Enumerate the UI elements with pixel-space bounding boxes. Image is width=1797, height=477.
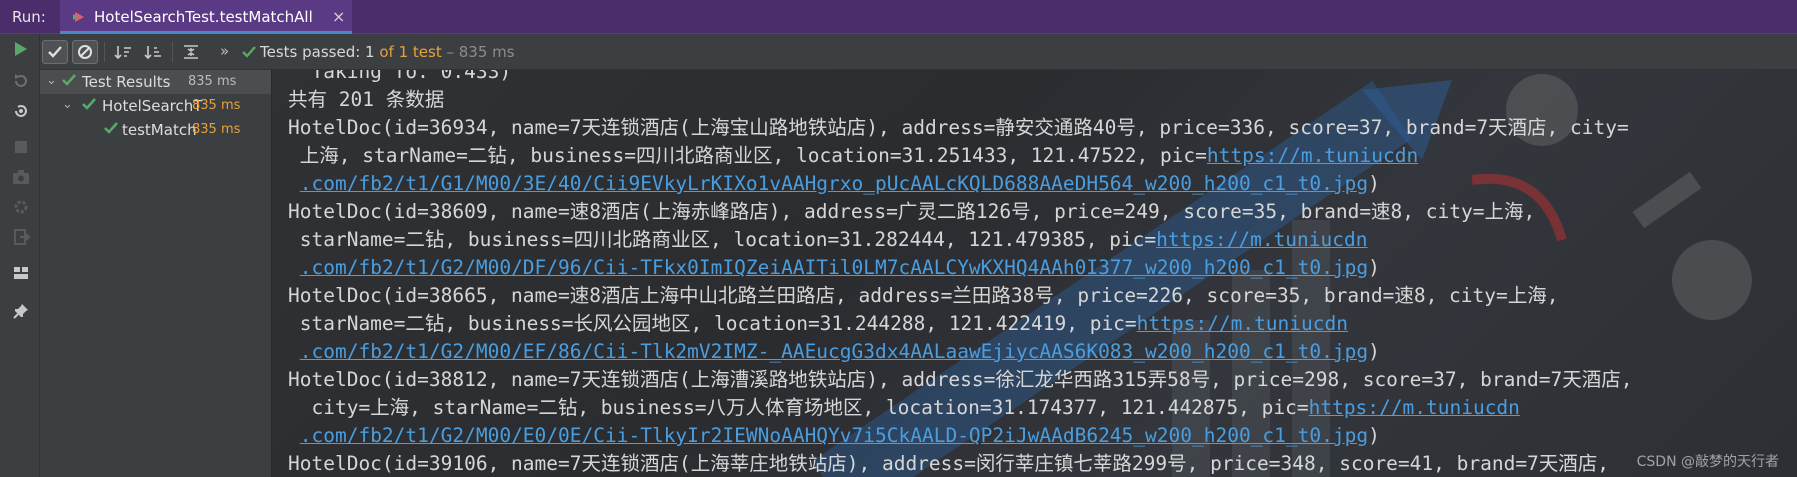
layout-icon[interactable] [10, 262, 32, 284]
close-icon[interactable]: × [332, 7, 345, 26]
collapse-icon [184, 45, 198, 59]
record-line: HotelDoc(id=38812, name=7天连锁酒店(上海漕溪路地铁站店… [288, 368, 1633, 391]
pic-link[interactable]: https://m.tuniucdn [1207, 144, 1418, 167]
record-line: starName=二钻, business=长风公园地区, location=3… [288, 312, 1137, 335]
cancel-icon [78, 45, 92, 59]
pin-icon[interactable] [10, 300, 32, 322]
check-icon [48, 46, 62, 58]
passed-check-icon [62, 74, 76, 86]
pic-link[interactable]: https://m.tuniucdn [1156, 228, 1367, 251]
tree-item-test-results[interactable]: ⌄ Test Results 835 ms [40, 70, 271, 94]
tree-item-label: HotelSearchT [102, 97, 203, 115]
console-line-count: 共有 201 条数据 [288, 88, 445, 111]
status-of: of 1 test [374, 43, 442, 61]
tree-item-time: 835 ms [192, 98, 241, 113]
run-icon[interactable] [10, 38, 32, 60]
pic-link[interactable]: .com/fb2/t1/G1/M00/3E/40/Cii9EVkyLrKIXo1… [300, 172, 1368, 195]
tree-item-testmatchall[interactable]: testMatch 835 ms [40, 118, 271, 142]
camera-icon[interactable] [10, 166, 32, 188]
record-line: city=上海, starName=二钻, business=八万人体育场地区,… [288, 396, 1309, 419]
tree-item-time: 835 ms [188, 74, 237, 89]
record-line: HotelDoc(id=39106, name=7天连锁酒店(上海莘庄地铁站店)… [288, 452, 1610, 475]
tree-item-label: Test Results [82, 73, 171, 91]
tree-item-hotelsearchtest[interactable]: ⌄ HotelSearchT 835 ms [40, 94, 271, 118]
chevron-down-icon[interactable]: ⌄ [62, 97, 73, 112]
settings-icon[interactable] [10, 196, 32, 218]
show-passed-toggle[interactable] [42, 40, 68, 64]
rerun-failed-icon[interactable] [10, 70, 32, 92]
record-line: 上海, starName=二钻, business=四川北路商业区, locat… [288, 144, 1207, 167]
console-line-truncated: Taking To. 0.433) [288, 70, 512, 83]
tree-item-label: testMatch [122, 121, 197, 139]
test-status: Tests passed: 1 of 1 test – 835 ms [260, 43, 515, 61]
passed-check-icon [242, 46, 256, 58]
passed-check-icon [82, 98, 96, 110]
left-toolbar [0, 34, 40, 477]
tree-item-time: 835 ms [192, 122, 241, 137]
run-tool-window-header: Run: HotelSearchTest.testMatchAll × [0, 0, 1797, 34]
chevron-down-icon[interactable]: ⌄ [46, 73, 57, 88]
watermark: CSDN @敲梦的天行者 [1636, 454, 1779, 470]
pic-link[interactable]: https://m.tuniucdn [1137, 312, 1348, 335]
exit-icon[interactable] [10, 226, 32, 248]
sort-by-duration-button[interactable] [140, 40, 166, 64]
passed-check-icon [104, 122, 118, 134]
pic-link[interactable]: https://m.tuniucdn [1309, 396, 1520, 419]
test-run-icon [73, 12, 84, 22]
pic-link[interactable]: .com/fb2/t1/G2/M00/EF/86/Cii-Tlk2mV2IMZ-… [300, 340, 1368, 363]
pic-link[interactable]: .com/fb2/t1/G2/M00/E0/0E/Cii-TlkyIr2IEWN… [300, 424, 1368, 447]
pic-link[interactable]: .com/fb2/t1/G2/M00/DF/96/Cii-TFkx0ImIQZe… [300, 256, 1368, 279]
record-line: HotelDoc(id=38665, name=速8酒店上海中山北路兰田路店, … [288, 284, 1559, 307]
record-line: HotelDoc(id=36934, name=7天连锁酒店(上海宝山路地铁站店… [288, 116, 1629, 139]
more-actions-button[interactable]: » [220, 42, 229, 60]
record-line: HotelDoc(id=38609, name=速8酒店(上海赤峰路店), ad… [288, 200, 1536, 223]
tab-label: HotelSearchTest.testMatchAll [94, 8, 313, 26]
toggle-auto-test-icon[interactable] [10, 100, 32, 122]
console-text: Taking To. 0.433) 共有 201 条数据 HotelDoc(id… [288, 70, 1633, 477]
test-tree: ⌄ Test Results 835 ms ⌄ HotelSearchT 835… [40, 70, 272, 477]
sort-alphabetically-button[interactable] [110, 40, 136, 64]
tab-hotelsearchtest[interactable]: HotelSearchTest.testMatchAll × [60, 0, 352, 34]
run-label: Run: [12, 8, 46, 26]
show-ignored-toggle[interactable] [72, 40, 98, 64]
sort-desc-icon [144, 46, 161, 60]
status-duration: – 835 ms [441, 43, 515, 61]
record-line: starName=二钻, business=四川北路商业区, location=… [288, 228, 1157, 251]
stop-icon[interactable] [10, 136, 32, 158]
status-passed: Tests passed: 1 [260, 43, 375, 61]
console-output[interactable]: Taking To. 0.433) 共有 201 条数据 HotelDoc(id… [272, 70, 1797, 477]
test-toolbar: » Tests passed: 1 of 1 test – 835 ms [40, 34, 1797, 70]
sort-asc-icon [114, 46, 131, 60]
collapse-all-button[interactable] [178, 40, 204, 64]
